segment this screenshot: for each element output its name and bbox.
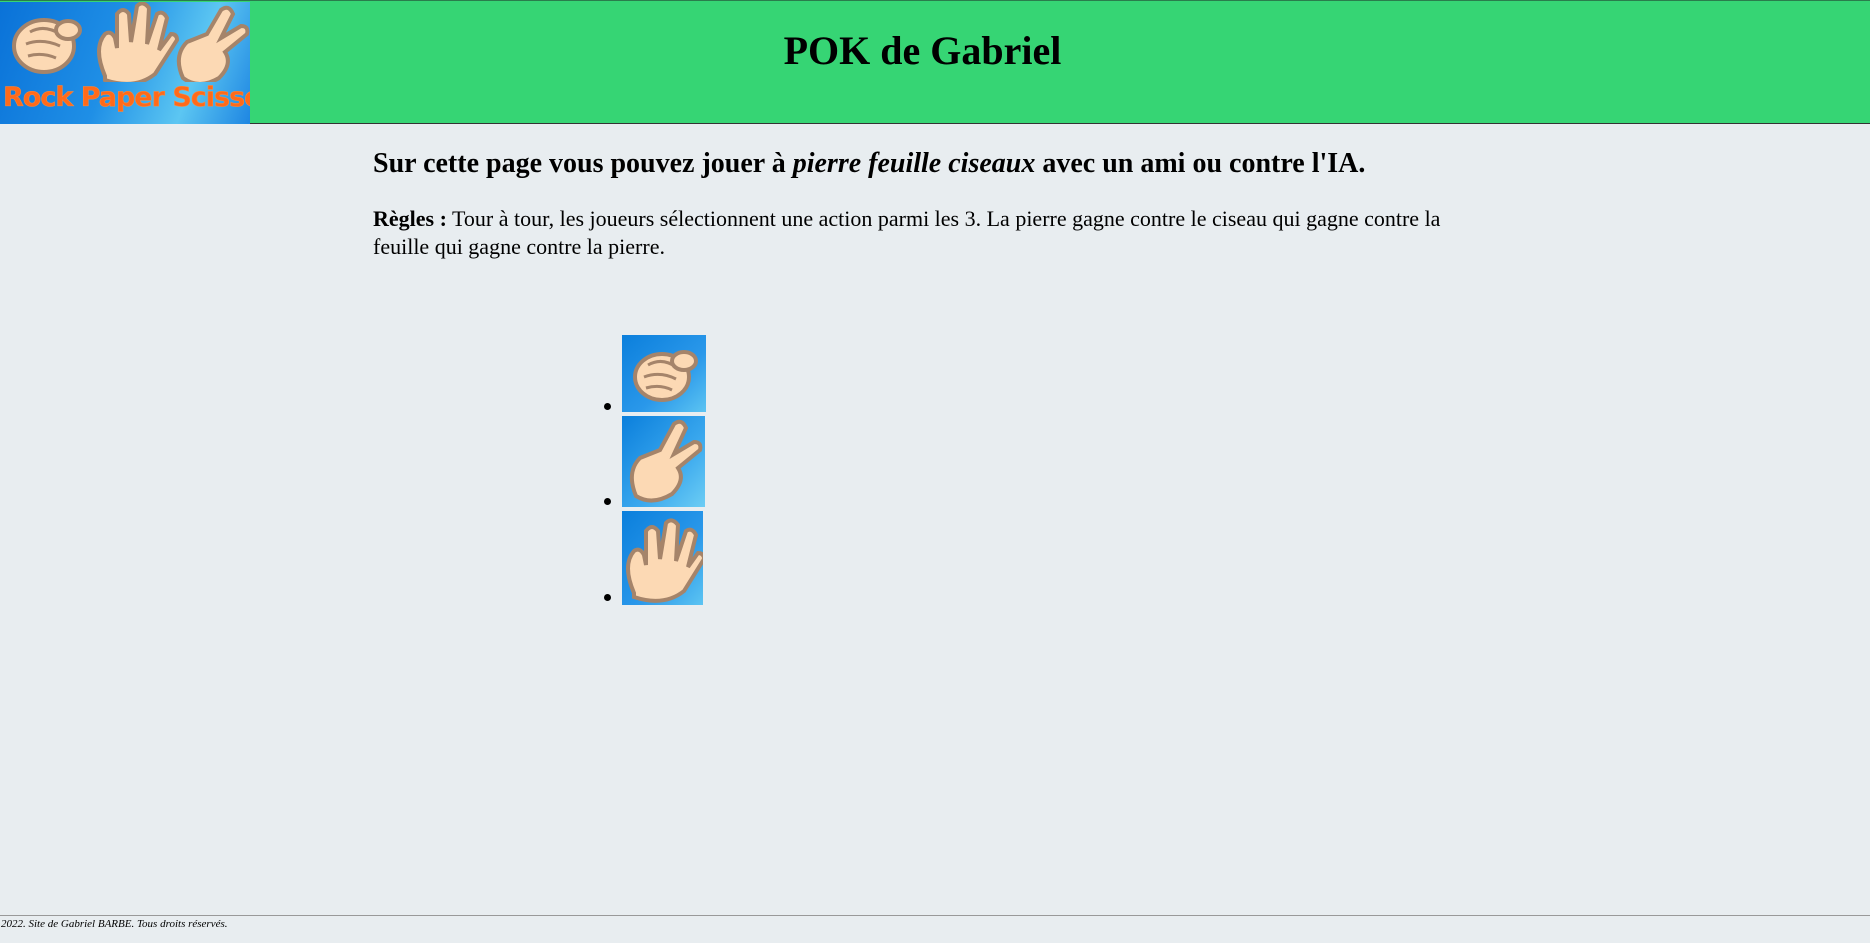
- rules-paragraph: Règles : Tour à tour, les joueurs sélect…: [373, 205, 1473, 261]
- scissors-hand-icon[interactable]: [622, 416, 705, 507]
- rules-label: Règles :: [373, 206, 447, 231]
- intro-suffix: avec un ami ou contre l'IA.: [1035, 148, 1366, 179]
- site-footer: 2022. Site de Gabriel BARBE. Tous droits…: [0, 915, 1870, 943]
- list-bullet: [604, 594, 611, 601]
- choice-paper[interactable]: [604, 511, 706, 605]
- rock-hand-icon[interactable]: [622, 335, 706, 412]
- choice-scissors[interactable]: [604, 416, 706, 507]
- choice-rock[interactable]: [604, 335, 706, 412]
- intro-prefix: Sur cette page vous pouvez jouer à: [373, 148, 793, 179]
- intro-game-name: pierre feuille ciseaux: [792, 148, 1036, 179]
- site-title: POK de Gabriel: [783, 28, 1062, 73]
- choice-list: [604, 335, 706, 605]
- site-header: Rock Paper Scissor POK de Gabriel: [0, 0, 1870, 124]
- logo-text: Rock Paper Scissor: [3, 82, 250, 114]
- intro-heading: Sur cette page vous pouvez jouer à pierr…: [373, 148, 1365, 180]
- list-bullet: [604, 498, 611, 505]
- paper-hand-icon[interactable]: [622, 511, 703, 605]
- copyright-text: 2022. Site de Gabriel BARBE. Tous droits…: [1, 918, 228, 930]
- list-bullet: [604, 403, 611, 410]
- rules-text: Tour à tour, les joueurs sélectionnent u…: [373, 206, 1441, 259]
